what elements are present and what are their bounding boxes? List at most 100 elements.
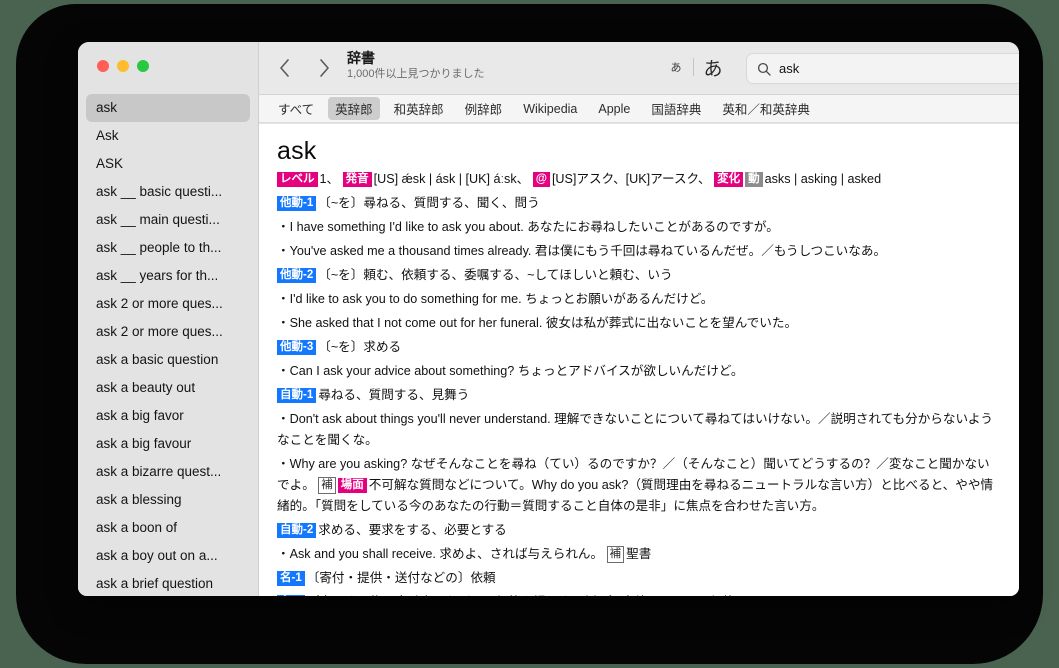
list-item[interactable]: ask a boon of [86,514,250,542]
sidebar: ask Ask ASK ask __ basic questi... ask _… [78,42,258,596]
close-window-button[interactable] [97,60,109,72]
tab-eijiro[interactable]: 英辞郎 [328,97,380,120]
zoom-window-button[interactable] [137,60,149,72]
list-item-label: ask __ people to th... [96,240,222,255]
back-button[interactable] [271,54,297,82]
toolbar: 辞書 1,000件以上見つかりました あ あ ask ✕ [259,42,1019,95]
pronunciation-line: レベル 1、 発音 [US] ǽsk | ásk | [UK] áːsk、 @ [US… [277,169,1001,190]
list-item-label: ask a blessing [96,492,182,507]
definition-pane[interactable]: ask レベル 1、 発音 [US] ǽsk | ásk | [UK] áːsk、 … [259,124,1019,596]
list-item[interactable]: ask a brief question [86,570,250,596]
level-value: 1、 [319,172,340,186]
pos-badge: 動 [745,172,763,187]
inflection-value: asks | asking | asked [764,172,882,186]
search-results-list[interactable]: ask Ask ASK ask __ basic questi... ask _… [78,94,258,596]
example-sentence: ・Ask and you shall receive. 求めよ、されば与えられん… [277,544,1001,565]
list-item[interactable]: ask a basic question [86,346,250,374]
list-item-label: ask a boon of [96,520,178,535]
list-item-label: ask __ years for th... [96,268,219,283]
example-sentence: ・She asked that I not come out for her f… [277,316,798,330]
list-item[interactable]: ASK [86,150,250,178]
search-field[interactable]: ask ✕ [746,53,1019,84]
list-item[interactable]: ask [86,94,250,122]
sense-heading: 自動-1 尋ねる、質問する、見舞う [277,385,1001,406]
result-count-label: 1,000件以上見つかりました [347,68,485,80]
list-item-label: ask 2 or more ques... [96,324,223,339]
sense-heading: 名-1 〔寄付・提供・送付などの〕依頼 [277,568,1001,589]
list-item-label: ask __ basic questi... [96,184,223,199]
sense-badge: 名-2 [277,595,305,596]
tab-wikipedia[interactable]: Wikipedia [516,100,584,118]
list-item[interactable]: ask 2 or more ques... [86,290,250,318]
tab-reijiro[interactable]: 例辞郎 [458,97,510,120]
list-item[interactable]: ask a blessing [86,486,250,514]
example-sentence: ・I'd like to ask you to do something for… [277,292,714,306]
pronunciation-badge: 発音 [342,172,372,187]
list-item[interactable]: ask a big favor [86,402,250,430]
list-item-label: ask a bizarre quest... [96,464,222,479]
list-item[interactable]: ask a big favour [86,430,250,458]
tab-subete[interactable]: すべて [271,97,321,120]
list-item-label: ask a big favour [96,436,192,451]
tab-eiwa-waei-jiten[interactable]: 英和／和英辞典 [715,97,817,120]
usage-note: ・Why are you asking? なぜそんなことを尋ね（てい）るのですか… [277,454,1001,517]
sense-badge: 名-1 [277,571,305,586]
list-item-label: ask [96,100,118,115]
supplement-badge: 補 [606,546,625,563]
list-item-label: ask __ main questi... [96,212,220,227]
example-text: ・Ask and you shall receive. 求めよ、されば与えられん… [277,547,604,561]
list-item[interactable]: ask __ people to th... [86,234,250,262]
list-item-label: ask a boy out on a... [96,548,218,563]
search-input[interactable]: ask [779,61,1019,76]
list-item[interactable]: ask 2 or more ques... [86,318,250,346]
example-sentence: ・You've asked me a thousand times alread… [277,244,887,258]
sense-badge: 自動-1 [277,388,317,403]
dictionary-source-tabs[interactable]: すべて 英辞郎 和英辞郎 例辞郎 Wikipedia Apple 国語辞典 英和… [259,95,1019,123]
sense-badge: 他動-3 [277,340,317,355]
page-title: 辞書 [347,50,375,66]
sense-gloss: 〔~を〕頼む、依頼する、委嘱する、~してほしいと頼む、いう [318,268,673,282]
list-item[interactable]: ask __ years for th... [86,262,250,290]
dictionary-app-window: ask Ask ASK ask __ basic questi... ask _… [78,42,1019,596]
forward-button[interactable] [311,54,337,82]
sense-gloss: 〔~を〕尋ねる、質問する、聞く、問う [318,196,540,210]
sense-badge: 自動-2 [277,523,317,538]
list-item[interactable]: Ask [86,122,250,150]
sense-gloss: 尋ねる、質問する、見舞う [318,388,470,402]
tab-apple[interactable]: Apple [591,100,637,118]
example-sentence: ・Don't ask about things you'll never und… [277,412,994,447]
scene-badge: 場面 [337,478,367,493]
list-item[interactable]: ask __ basic questi... [86,178,250,206]
ime-small-button[interactable]: あ [663,59,689,75]
ime-large-button[interactable]: あ [698,54,728,81]
list-item[interactable]: ask a beauty out [86,374,250,402]
list-item-label: ask a big favor [96,408,184,423]
sense-badge: 他動-1 [277,196,317,211]
supplement-badge: 補 [318,477,336,494]
tab-waeijiro[interactable]: 和英辞郎 [387,97,451,120]
list-item[interactable]: ask __ main questi... [86,206,250,234]
sense-heading: 他動-2 〔~を〕頼む、依頼する、委嘱する、~してほしいと頼む、いう [277,265,1001,286]
list-item-label: ASK [96,156,124,171]
tab-kokugojiten[interactable]: 国語辞典 [644,97,708,120]
list-item[interactable]: ask a boy out on a... [86,542,250,570]
sense-gloss: 〔売買する物・金融商品などのの価格を提示する側の〕売値、オファー価格 [307,595,735,596]
minimize-window-button[interactable] [117,60,129,72]
sense-gloss: 求める、要求をする、必要とする [318,523,507,537]
headword: ask [277,137,317,165]
window-controls [97,60,149,72]
device-frame: ask Ask ASK ask __ basic questi... ask _… [16,4,1043,664]
sense-gloss: 〔寄付・提供・送付などの〕依頼 [306,571,496,585]
sense-heading: 他動-3 〔~を〕求める [277,337,1001,358]
inflection-badge: 変化 [714,172,744,187]
list-item[interactable]: ask a bizarre quest... [86,458,250,486]
search-icon [756,61,771,76]
at-badge: @ [532,172,550,187]
katakana-pronunciation: [US]アスク、[UK]アースク、 [551,172,711,186]
sense-heading: 他動-1 〔~を〕尋ねる、質問する、聞く、問う [277,193,1001,214]
sense-heading: 名-2〔売買する物・金融商品などのの価格を提示する側の〕売値、オファー価格 [277,592,1001,596]
sense-badge: 他動-2 [277,268,317,283]
toolbar-divider [693,58,694,76]
input-mode-group: あ あ [663,51,728,83]
example-sentence: ・I have something I'd like to ask you ab… [277,220,779,234]
